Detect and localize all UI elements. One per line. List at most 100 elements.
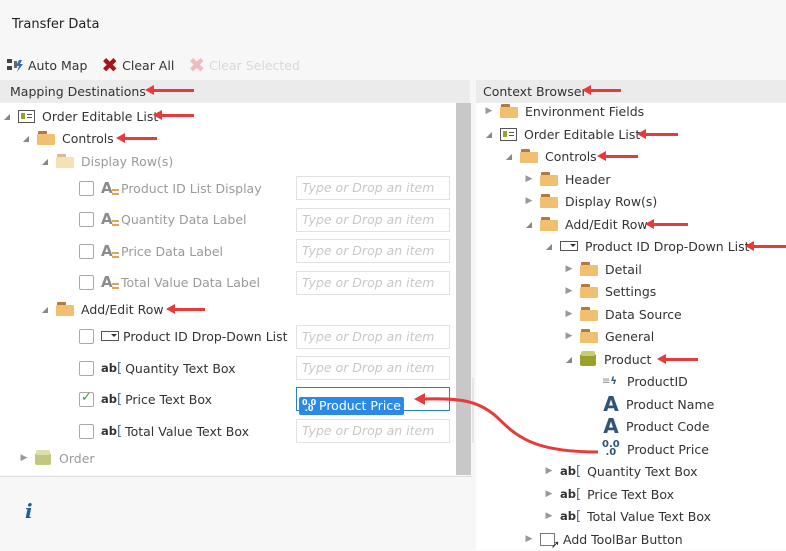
ctx-node-add-edit-row[interactable]: ◢ Add/Edit Row: [524, 213, 648, 235]
expand-toggle[interactable]: ◢: [504, 152, 514, 161]
tree-item-product-id-drop-down-list[interactable]: Product ID Drop-Down List: [79, 325, 288, 347]
clear-selected-button[interactable]: ✖ Clear Selected: [188, 55, 300, 75]
smartobject-icon: [580, 351, 596, 367]
expand-toggle[interactable]: ◢: [524, 220, 534, 229]
toolbar: Auto Map ✖ Clear All ✖ Clear Selected: [0, 52, 786, 78]
ctx-node-add-toolbar-button[interactable]: ▶ Add ToolBar Button: [524, 528, 683, 551]
expand-toggle[interactable]: ◢: [544, 242, 554, 251]
checkbox[interactable]: [79, 274, 94, 290]
expand-toggle[interactable]: ◢: [484, 130, 494, 139]
expand-toggle[interactable]: ▶: [564, 331, 574, 341]
ctx-node-display-rows[interactable]: ▶ Display Row(s): [524, 190, 658, 212]
ctx-node-quantity-text-box[interactable]: ▶ ab[ Quantity Text Box: [544, 460, 698, 482]
tree-node-display-rows[interactable]: ◢ Display Row(s): [40, 150, 173, 172]
ctx-field-product-id[interactable]: ≡ϟ ProductID: [602, 370, 688, 392]
expand-toggle[interactable]: ◢: [40, 157, 50, 166]
tree-node-controls[interactable]: ◢ Controls: [21, 127, 114, 149]
expand-toggle[interactable]: ◢: [21, 134, 31, 143]
ctx-node-environment-fields[interactable]: ▶ Environment Fields: [484, 100, 645, 122]
clear-all-button[interactable]: ✖ Clear All: [101, 55, 174, 75]
ctx-node-product-id-dropdown[interactable]: ◢ Product ID Drop-Down List: [544, 235, 750, 257]
mapped-item-chip[interactable]: 0.0 .0 Product Price: [299, 397, 404, 415]
tree-item-price-data-label[interactable]: A Price Data Label: [79, 240, 223, 262]
ctx-node-general[interactable]: ▶ General: [564, 325, 655, 347]
checkbox-checked[interactable]: [79, 390, 94, 407]
ctx-node-settings[interactable]: ▶ Settings: [564, 280, 657, 302]
text-field-icon: A: [603, 414, 619, 438]
node-label: Environment Fields: [525, 103, 645, 119]
list-icon: [500, 127, 517, 141]
drop-input-product-id-list-display[interactable]: Type or Drop an item: [296, 176, 450, 200]
drop-input-product-id-drop-down-list[interactable]: Type or Drop an item: [296, 325, 450, 349]
drop-input-total-value-data-label[interactable]: Type or Drop an item: [296, 271, 450, 295]
expand-toggle[interactable]: ▶: [19, 453, 29, 463]
dropdown-list-icon: [560, 241, 578, 251]
ctx-node-controls[interactable]: ◢ Controls: [504, 145, 597, 167]
tree-item-price-text-box[interactable]: ab[ Price Text Box: [79, 388, 212, 410]
drop-input-quantity-data-label[interactable]: Type or Drop an item: [296, 208, 450, 232]
tree-item-quantity-text-box[interactable]: ab[ Quantity Text Box: [79, 357, 236, 379]
ctx-node-product[interactable]: ◢ Product: [564, 348, 651, 370]
annotation-arrow: [745, 241, 786, 251]
data-label-icon: A: [101, 273, 119, 291]
tree-node-order-editable-list[interactable]: ◢ Order Editable List: [2, 105, 158, 127]
mapping-destinations-header: Mapping Destinations: [0, 80, 470, 103]
expand-toggle[interactable]: ◢: [2, 112, 12, 121]
title-bar: Transfer Data: [0, 0, 786, 50]
folder-icon: [500, 104, 518, 118]
ctx-field-product-code[interactable]: A Product Code: [602, 414, 709, 438]
checkbox[interactable]: [79, 423, 94, 439]
decimal-icon: 0.0 .0: [602, 439, 620, 458]
folder-icon: [540, 172, 558, 186]
checkbox[interactable]: [79, 360, 94, 376]
ctx-node-data-source[interactable]: ▶ Data Source: [564, 303, 682, 325]
tree-node-order[interactable]: ▶ Order: [19, 447, 95, 469]
expand-toggle[interactable]: ▶: [564, 264, 574, 274]
toolbar-button-icon: [540, 532, 560, 551]
drop-input-total-value-text-box[interactable]: Type or Drop an item: [296, 419, 450, 443]
expand-toggle[interactable]: ◢: [564, 355, 574, 364]
expand-toggle[interactable]: ▶: [564, 286, 574, 296]
expand-toggle[interactable]: ▶: [524, 196, 534, 206]
ctx-node-detail[interactable]: ▶ Detail: [564, 258, 642, 280]
auto-map-button[interactable]: Auto Map: [6, 57, 87, 73]
expand-toggle[interactable]: ▶: [484, 106, 494, 116]
ctx-field-product-price[interactable]: 0.0 .0 Product Price: [602, 438, 709, 460]
splitter-handle[interactable]: [472, 378, 474, 443]
node-label: Order Editable List: [524, 126, 641, 142]
annotation-arrow: [145, 85, 194, 95]
checkbox[interactable]: [79, 211, 94, 227]
auto-map-label: Auto Map: [28, 57, 88, 73]
tree-item-total-value-text-box[interactable]: ab[ Total Value Text Box: [79, 420, 249, 442]
expand-toggle[interactable]: ◢: [40, 305, 50, 314]
tree-node-add-edit-row[interactable]: ◢ Add/Edit Row: [40, 298, 164, 320]
ctx-node-header[interactable]: ▶ Header: [524, 168, 611, 190]
checkbox[interactable]: [79, 328, 94, 344]
drop-input-price-text-box[interactable]: 0.0 .0 Product Price: [296, 387, 450, 415]
expand-toggle[interactable]: ▶: [544, 511, 554, 521]
text-box-icon: ab[: [101, 360, 123, 376]
drop-input-quantity-text-box[interactable]: Type or Drop an item: [296, 356, 450, 380]
checkbox[interactable]: [79, 180, 94, 196]
left-scrollbar[interactable]: [456, 103, 471, 475]
item-label: Product ID List Display: [121, 180, 262, 196]
annotation-arrow: [166, 304, 205, 314]
tree-item-product-id-list-display[interactable]: A Product ID List Display: [79, 177, 262, 199]
expand-toggle[interactable]: ▶: [524, 174, 534, 184]
expand-toggle[interactable]: ▶: [544, 466, 554, 476]
drop-input-price-data-label[interactable]: Type or Drop an item: [296, 239, 450, 263]
tree-item-total-value-data-label[interactable]: A Total Value Data Label: [79, 271, 260, 293]
ctx-node-total-value-text-box[interactable]: ▶ ab[ Total Value Text Box: [544, 505, 712, 527]
annotation-arrow: [116, 133, 157, 143]
ctx-node-price-text-box[interactable]: ▶ ab[ Price Text Box: [544, 483, 675, 505]
tree-item-quantity-data-label[interactable]: A Quantity Data Label: [79, 208, 247, 230]
expand-toggle[interactable]: ▶: [544, 489, 554, 499]
ctx-field-product-name[interactable]: A Product Name: [602, 392, 714, 416]
folder-icon: [37, 131, 55, 145]
expand-toggle[interactable]: ▶: [524, 534, 534, 544]
node-label: General: [605, 328, 655, 344]
checkbox[interactable]: [79, 243, 94, 259]
ctx-node-order-editable-list[interactable]: ◢ Order Editable List: [484, 123, 640, 145]
expand-toggle[interactable]: ▶: [564, 309, 574, 319]
info-icon[interactable]: i: [25, 499, 33, 523]
